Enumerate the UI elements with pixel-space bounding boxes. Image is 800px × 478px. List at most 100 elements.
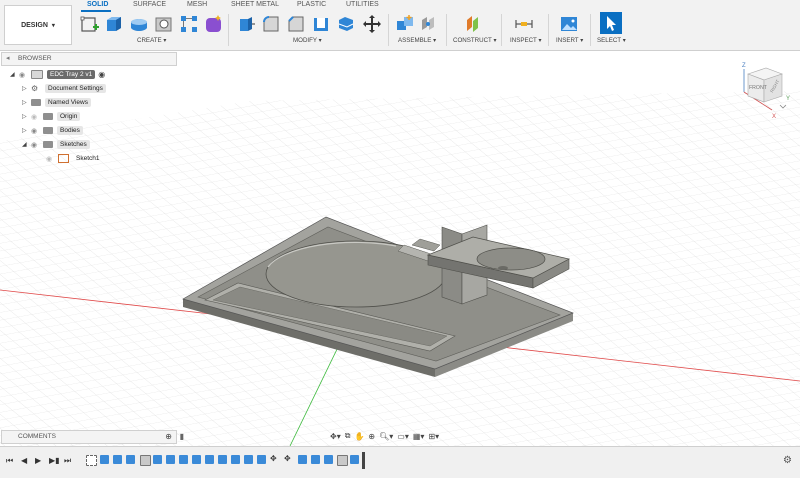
shell-icon[interactable] <box>311 14 331 34</box>
go-to-start-icon[interactable]: ⏮ <box>6 456 13 466</box>
timeline-extrude-icon[interactable] <box>257 455 266 464</box>
tree-root[interactable]: ◢ ◉ EDC Tray 2 v1 ◉ <box>10 69 105 80</box>
tab-solid[interactable]: SOLID <box>87 1 108 8</box>
tab-surface[interactable]: SURFACE <box>133 1 166 8</box>
timeline-settings-gear-icon[interactable]: ⚙ <box>783 455 792 466</box>
viewports-icon[interactable]: ⊞▾ <box>428 432 439 441</box>
timeline-move-icon[interactable]: ✥ <box>270 454 277 463</box>
collapse-triangle-icon[interactable]: ◢ <box>22 141 31 148</box>
tab-utilities[interactable]: UTILITIES <box>346 1 379 8</box>
workspace-switcher-button[interactable]: DESIGN ▾ <box>4 5 72 45</box>
timeline-extrude-icon[interactable] <box>231 455 240 464</box>
tree-item-sketches[interactable]: ◢ ◉ Sketches <box>22 139 90 150</box>
chamfer-icon[interactable] <box>286 14 306 34</box>
timeline-extrude-icon[interactable] <box>153 455 162 464</box>
timeline-extrude-icon[interactable] <box>218 455 227 464</box>
pan-icon[interactable]: ✋ <box>354 432 364 441</box>
tree-item-named-views[interactable]: ▷ Named Views <box>22 97 91 108</box>
assemble-menu[interactable]: ASSEMBLE ▾ <box>398 37 436 44</box>
inspect-menu[interactable]: INSPECT ▾ <box>510 37 542 44</box>
timeline-extrude-icon[interactable] <box>166 455 175 464</box>
viewcube[interactable]: Z X FRONT RIGHT Y <box>742 60 792 120</box>
go-to-end-icon[interactable]: ⏭ <box>64 456 71 466</box>
move-copy-icon[interactable] <box>362 14 382 34</box>
timeline-extrude-icon[interactable] <box>298 455 307 464</box>
browser-panel-header[interactable]: ◂ BROWSER <box>1 52 177 66</box>
tree-item-sketch1[interactable]: ◉ Sketch1 <box>46 153 103 164</box>
root-document-name[interactable]: EDC Tray 2 v1 <box>47 70 96 79</box>
viewcube-menu-icon[interactable] <box>779 104 787 109</box>
select-icon[interactable] <box>600 12 622 34</box>
modify-menu-label: MODIFY <box>293 37 317 44</box>
add-comment-icon[interactable]: ⊕ <box>165 432 172 441</box>
visibility-eye-icon[interactable]: ◉ <box>31 113 43 121</box>
timeline-fillet-icon[interactable] <box>337 455 348 466</box>
comments-collapse-icon[interactable]: ▮ <box>180 432 184 441</box>
3d-viewport[interactable] <box>0 51 800 446</box>
orbit-icon[interactable]: ✥▾ <box>330 432 341 441</box>
new-component-icon[interactable] <box>395 14 415 34</box>
visibility-eye-icon[interactable]: ◉ <box>19 71 31 79</box>
visibility-eye-icon[interactable]: ◉ <box>46 155 58 163</box>
joint-icon[interactable] <box>419 14 439 34</box>
press-pull-icon[interactable] <box>236 14 256 34</box>
combine-icon[interactable] <box>336 14 356 34</box>
modify-menu[interactable]: MODIFY ▾ <box>293 37 322 44</box>
timeline-extrude-icon[interactable] <box>192 455 201 464</box>
tab-plastic[interactable]: PLASTIC <box>297 1 326 8</box>
insert-image-icon[interactable] <box>559 14 579 34</box>
tab-mesh[interactable]: MESH <box>187 1 207 8</box>
offset-plane-icon[interactable] <box>463 14 483 34</box>
look-at-icon[interactable]: ⧉ <box>345 431 351 441</box>
collapse-icon[interactable]: ◂ <box>6 54 10 62</box>
fillet-icon[interactable] <box>261 14 281 34</box>
timeline-extrude-icon[interactable] <box>311 455 320 464</box>
play-icon[interactable]: ▶ <box>35 456 41 465</box>
expand-triangle-icon[interactable]: ▷ <box>22 127 31 134</box>
timeline-extrude-icon[interactable] <box>100 455 109 464</box>
select-menu[interactable]: SELECT ▾ <box>597 37 626 44</box>
expand-triangle-icon[interactable]: ▷ <box>22 85 31 92</box>
step-forward-icon[interactable]: ▶▮ <box>49 456 60 465</box>
timeline-extrude-icon[interactable] <box>324 455 333 464</box>
tree-item-origin[interactable]: ▷ ◉ Origin <box>22 111 81 122</box>
navigation-bar: ✥▾ ⧉ ✋ ⊕ 🔍︎▾ ▭▾ ▦▾ ⊞▾ <box>330 430 439 442</box>
create-menu[interactable]: CREATE ▾ <box>137 37 166 44</box>
insert-menu[interactable]: INSERT ▾ <box>556 37 583 44</box>
display-settings-icon[interactable]: ▭▾ <box>397 432 409 441</box>
measure-icon[interactable] <box>514 14 534 34</box>
timeline-extrude-icon[interactable] <box>205 455 214 464</box>
zoom-icon[interactable]: ⊕ <box>368 432 375 441</box>
tab-sheet-metal[interactable]: SHEET METAL <box>231 1 279 8</box>
construct-menu[interactable]: CONSTRUCT ▾ <box>453 37 497 44</box>
sketch-icon <box>58 154 69 163</box>
collapse-triangle-icon[interactable]: ◢ <box>10 71 19 78</box>
timeline-extrude-icon[interactable] <box>113 455 122 464</box>
hole-icon[interactable] <box>154 14 174 34</box>
step-back-icon[interactable]: ◀ <box>21 456 27 465</box>
timeline-fillet-icon[interactable] <box>140 455 151 466</box>
pattern-icon[interactable] <box>179 14 199 34</box>
expand-triangle-icon[interactable]: ▷ <box>22 113 31 120</box>
timeline-sketch-icon[interactable] <box>86 455 97 466</box>
timeline-marker[interactable] <box>362 452 365 469</box>
create-sketch-icon[interactable] <box>80 14 100 34</box>
comments-panel-header[interactable]: COMMENTS ⊕ ▮ <box>1 430 184 444</box>
timeline-extrude-icon[interactable] <box>350 455 359 464</box>
revolve-icon[interactable] <box>129 14 149 34</box>
visibility-eye-icon[interactable]: ◉ <box>31 141 43 149</box>
timeline-extrude-icon[interactable] <box>179 455 188 464</box>
extrude-icon[interactable] <box>104 14 124 34</box>
tree-item-document-settings[interactable]: ▷ ⚙ Document Settings <box>22 83 106 94</box>
timeline-extrude-icon[interactable] <box>126 455 135 464</box>
visibility-eye-icon[interactable]: ◉ <box>31 127 43 135</box>
timeline-extrude-icon[interactable] <box>244 455 253 464</box>
grid-snaps-icon[interactable]: ▦▾ <box>413 432 425 441</box>
zoom-window-icon[interactable]: 🔍︎▾ <box>379 432 393 441</box>
timeline-move-icon[interactable]: ✥ <box>284 454 291 463</box>
tree-item-bodies[interactable]: ▷ ◉ Bodies <box>22 125 83 136</box>
activate-radio-icon[interactable]: ◉ <box>98 70 105 79</box>
viewcube-front-face[interactable]: FRONT <box>749 85 768 91</box>
expand-triangle-icon[interactable]: ▷ <box>22 99 31 106</box>
form-icon[interactable] <box>204 14 224 34</box>
